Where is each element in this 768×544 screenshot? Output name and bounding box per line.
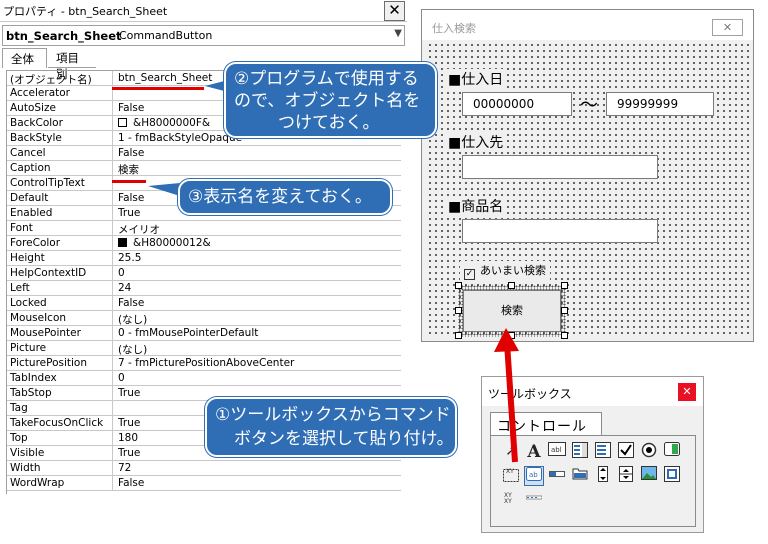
callout-text: ボタンを選択して貼り付け。 [234, 429, 454, 449]
callout-text: ①ツールボックスからコマンド [215, 405, 451, 425]
red-arrow-head [494, 328, 519, 352]
callout-caption: ③表示名を変えておく。 [178, 179, 392, 215]
callout-toolbox: ①ツールボックスからコマンド ボタンを選択して貼り付け。 [205, 397, 457, 457]
red-arrow-line [504, 342, 518, 463]
callout-text: ので、オブジェクト名を [234, 91, 421, 111]
callout-pointer [148, 183, 180, 196]
callout-object-name: ②プログラムで使用する ので、オブジェクト名を つけておく。 [224, 62, 437, 138]
callout-text: ③表示名を変えておく。 [188, 187, 372, 207]
callout-text: つけておく。 [278, 113, 380, 133]
callout-text: ②プログラムで使用する [234, 69, 419, 89]
